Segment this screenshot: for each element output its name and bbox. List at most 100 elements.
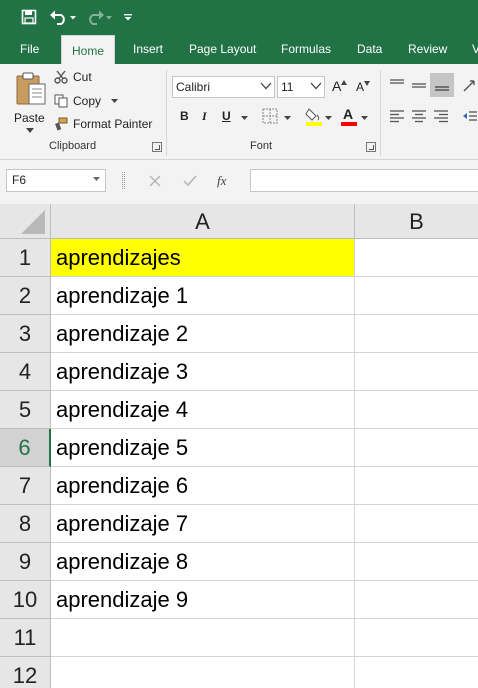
align-left-button[interactable] — [389, 108, 405, 129]
enter-checkmark-icon[interactable] — [183, 175, 197, 187]
insert-function-button[interactable]: fx — [217, 173, 226, 189]
formula-input[interactable] — [250, 169, 478, 192]
paintbrush-icon — [55, 117, 68, 131]
cell-a10[interactable]: aprendizaje 9 — [51, 581, 355, 619]
underline-button[interactable]: U — [222, 109, 231, 123]
cell-a9[interactable]: aprendizaje 8 — [51, 543, 355, 581]
font-size-select[interactable]: 11 — [277, 76, 325, 98]
cell-a1[interactable]: aprendizajes — [51, 239, 355, 277]
font-color-swatch — [341, 122, 357, 126]
cell-b12[interactable] — [355, 657, 478, 688]
cell-a8[interactable]: aprendizaje 7 — [51, 505, 355, 543]
row-header-9[interactable]: 9 — [0, 543, 51, 581]
format-painter-button[interactable]: Format Painter — [54, 117, 152, 131]
italic-button[interactable]: I — [202, 109, 207, 124]
row-header-12[interactable]: 12 — [0, 657, 51, 688]
borders-button[interactable] — [262, 108, 278, 129]
cell-b7[interactable] — [355, 467, 478, 505]
cancel-icon[interactable] — [149, 174, 161, 187]
cell-b10[interactable] — [355, 581, 478, 619]
name-box[interactable]: F6 — [6, 169, 106, 192]
font-group-label: Font — [250, 140, 273, 152]
chevron-down-icon[interactable] — [284, 116, 291, 120]
bold-button[interactable]: B — [180, 109, 189, 123]
font-family-select[interactable]: Calibri — [172, 76, 275, 98]
cell-b6[interactable] — [355, 429, 478, 467]
cell-b9[interactable] — [355, 543, 478, 581]
cell-a7[interactable]: aprendizaje 6 — [51, 467, 355, 505]
row-header-5[interactable]: 5 — [0, 391, 51, 429]
clipboard-group-label: Clipboard — [49, 140, 97, 152]
fill-color-button[interactable] — [305, 106, 323, 131]
align-bottom-button[interactable] — [430, 73, 454, 97]
chevron-down-icon — [124, 14, 132, 21]
row-header-10[interactable]: 10 — [0, 581, 51, 619]
worksheet-grid[interactable]: A B 1 aprendizajes 2 aprendizaje 1 3 aprendiz… — [0, 204, 478, 688]
align-middle-button[interactable] — [411, 77, 427, 98]
tab-home[interactable]: Home — [61, 35, 116, 64]
cell-a5[interactable]: aprendizaje 4 — [51, 391, 355, 429]
chevron-down-icon[interactable] — [241, 116, 248, 120]
cell-b3[interactable] — [355, 315, 478, 353]
increase-font-size-button[interactable]: A — [332, 78, 348, 94]
cell-a4[interactable]: aprendizaje 3 — [51, 353, 355, 391]
cell-b8[interactable] — [355, 505, 478, 543]
group-separator — [380, 70, 381, 156]
font-family-value: Calibri — [176, 80, 211, 94]
cell-a11[interactable] — [51, 619, 355, 657]
tab-data[interactable]: Data — [357, 34, 382, 64]
customize-toolbar-button[interactable] — [120, 5, 136, 29]
align-top-button[interactable] — [389, 77, 405, 98]
row-header-6[interactable]: 6 — [0, 429, 51, 467]
clipboard-dialog-launcher[interactable] — [152, 142, 162, 152]
cell-a2[interactable]: aprendizaje 1 — [51, 277, 355, 315]
cell-b2[interactable] — [355, 277, 478, 315]
font-dialog-launcher[interactable] — [366, 142, 376, 152]
copy-button[interactable]: Copy — [54, 94, 119, 108]
tab-file[interactable]: File — [20, 34, 39, 64]
tab-insert[interactable]: Insert — [133, 34, 163, 64]
font-color-button[interactable]: A — [340, 106, 358, 126]
font-size-value: 11 — [281, 80, 294, 94]
caret-up-icon — [341, 79, 348, 85]
tab-view[interactable]: V — [472, 34, 478, 64]
undo-button[interactable] — [48, 5, 78, 29]
tab-page-layout[interactable]: Page Layout — [189, 34, 256, 64]
cell-a12[interactable] — [51, 657, 355, 688]
chevron-down-icon[interactable] — [325, 116, 332, 120]
select-all-button[interactable] — [0, 204, 51, 239]
orientation-button[interactable] — [462, 77, 478, 98]
align-bottom-icon — [435, 86, 449, 91]
tab-formulas[interactable]: Formulas — [281, 34, 331, 64]
formula-bar-row: F6 fx — [0, 160, 478, 204]
cell-b4[interactable] — [355, 353, 478, 391]
cell-a3[interactable]: aprendizaje 2 — [51, 315, 355, 353]
align-left-icon — [390, 110, 404, 123]
orientation-icon — [463, 80, 475, 92]
row-header-2[interactable]: 2 — [0, 277, 51, 315]
row-header-7[interactable]: 7 — [0, 467, 51, 505]
align-right-icon — [434, 110, 448, 123]
align-middle-icon — [412, 83, 426, 88]
redo-button[interactable] — [86, 5, 114, 29]
cell-b5[interactable] — [355, 391, 478, 429]
row-header-11[interactable]: 11 — [0, 619, 51, 657]
cell-b1[interactable] — [355, 239, 478, 277]
row-header-3[interactable]: 3 — [0, 315, 51, 353]
decrease-indent-button[interactable] — [462, 108, 478, 129]
cut-button[interactable]: Cut — [54, 70, 92, 84]
decrease-font-size-button[interactable]: A — [356, 80, 371, 94]
tab-review[interactable]: Review — [408, 34, 447, 64]
align-right-button[interactable] — [433, 108, 449, 129]
align-center-button[interactable] — [411, 108, 427, 129]
row-header-8[interactable]: 8 — [0, 505, 51, 543]
cell-b11[interactable] — [355, 619, 478, 657]
save-button[interactable] — [16, 5, 42, 29]
row-header-4[interactable]: 4 — [0, 353, 51, 391]
chevron-down-icon[interactable] — [361, 116, 368, 120]
column-header-b[interactable]: B — [355, 204, 478, 239]
column-header-a[interactable]: A — [51, 204, 355, 239]
paste-button[interactable]: Paste — [10, 70, 50, 134]
row-header-1[interactable]: 1 — [0, 239, 51, 277]
cell-a6[interactable]: aprendizaje 5 — [51, 429, 355, 467]
